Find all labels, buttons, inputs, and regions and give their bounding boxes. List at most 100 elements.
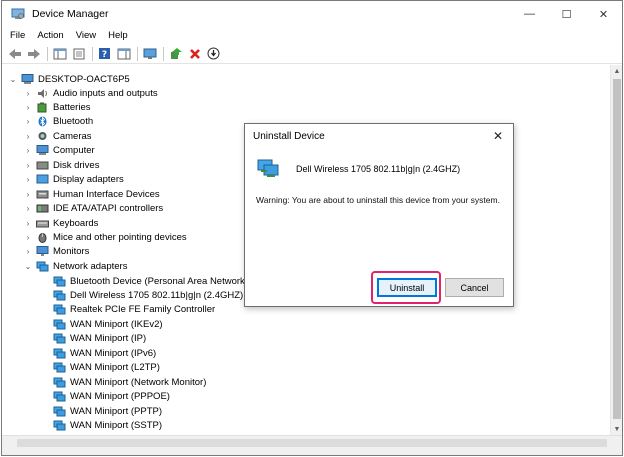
tree-category[interactable]: › Keyboards: [23, 216, 99, 230]
minimize-button[interactable]: —: [511, 1, 548, 27]
tree-category-label: Mice and other pointing devices: [53, 232, 187, 243]
tree-category[interactable]: › Computer: [23, 144, 95, 158]
maximize-button[interactable]: ☐: [548, 1, 585, 27]
show-hide-console-tree-icon[interactable]: [51, 45, 68, 62]
tree-device[interactable]: Dell Wireless 1705 802.11b|g|n (2.4GHZ): [50, 288, 243, 302]
category-icon: [36, 131, 49, 142]
tree-root[interactable]: ⌄ DESKTOP-OACT6P5: [8, 72, 130, 86]
category-icon: [36, 88, 49, 99]
chevron-down-icon[interactable]: ⌄: [8, 75, 18, 84]
tree-device-label: WAN Miniport (IKEv2): [70, 318, 163, 330]
tree-category[interactable]: › Audio inputs and outputs: [23, 86, 158, 100]
device-row: Dell Wireless 1705 802.11b|g|n (2.4GHZ): [256, 158, 460, 180]
tree-category-label: IDE ATA/ATAPI controllers: [53, 203, 164, 215]
tree-category-label: Computer: [53, 145, 95, 157]
chevron-right-icon[interactable]: ›: [23, 219, 33, 228]
tree-device-label: WAN Miniport (PPTP): [70, 405, 163, 417]
help-icon[interactable]: ?: [96, 45, 113, 62]
tree-device[interactable]: WAN Miniport (IPv6): [50, 346, 156, 360]
toolbar: ?: [2, 44, 622, 64]
tree-category[interactable]: › Human Interface Devices: [23, 187, 160, 201]
tree-category-label: Batteries: [53, 101, 91, 113]
menu-bar: File Action View Help: [2, 27, 622, 44]
category-icon: [36, 218, 49, 229]
cancel-button[interactable]: Cancel: [445, 278, 504, 297]
category-icon: [36, 189, 49, 200]
menu-file[interactable]: File: [2, 30, 31, 41]
svg-text:?: ?: [102, 50, 107, 60]
properties-icon[interactable]: [70, 45, 87, 62]
tree-category-label: Keyboards: [53, 217, 99, 229]
tree-device[interactable]: Bluetooth Device (Personal Area Network): [50, 274, 248, 288]
tree-device[interactable]: WAN Miniport (PPTP): [50, 404, 162, 418]
uninstall-icon[interactable]: [186, 45, 203, 62]
chevron-right-icon[interactable]: ›: [23, 161, 33, 170]
tree-device-label: WAN Miniport (SSTP): [70, 420, 163, 431]
network-adapter-icon: [53, 333, 66, 344]
monitor-icon[interactable]: [141, 45, 158, 62]
action-pane-icon[interactable]: [115, 45, 132, 62]
scroll-down-arrow[interactable]: ▼: [611, 423, 623, 435]
network-adapter-icon: [53, 377, 66, 388]
tree-category[interactable]: › Mice and other pointing devices: [23, 231, 187, 245]
tree-category[interactable]: › Cameras: [23, 129, 92, 143]
tree-device[interactable]: WAN Miniport (IKEv2): [50, 317, 163, 331]
chevron-down-icon[interactable]: ⌄: [23, 262, 33, 271]
vertical-scrollbar[interactable]: ▲ ▼: [610, 65, 622, 435]
chevron-right-icon[interactable]: ›: [23, 117, 33, 126]
chevron-right-icon[interactable]: ›: [23, 233, 33, 242]
tree-device[interactable]: WAN Miniport (L2TP): [50, 361, 160, 375]
tree-category[interactable]: › Display adapters: [23, 173, 124, 187]
horizontal-scrollbar[interactable]: [2, 435, 622, 455]
chevron-right-icon[interactable]: ›: [23, 190, 33, 199]
chevron-right-icon[interactable]: ›: [23, 103, 33, 112]
network-adapter-icon: [53, 290, 66, 301]
tree-device-label: Dell Wireless 1705 802.11b|g|n (2.4GHZ): [70, 289, 244, 301]
tree-category[interactable]: › Disk drives: [23, 158, 100, 172]
device-name: Dell Wireless 1705 802.11b|g|n (2.4GHZ): [296, 164, 461, 174]
category-icon: [36, 261, 49, 272]
tree-device[interactable]: WAN Miniport (Network Monitor): [50, 375, 206, 389]
horizontal-scroll-thumb[interactable]: [17, 439, 607, 447]
tree-category[interactable]: › Monitors: [23, 245, 89, 259]
network-adapter-icon: [53, 362, 66, 373]
tree-category[interactable]: ⌄ Network adapters: [23, 259, 128, 273]
chevron-right-icon[interactable]: ›: [23, 175, 33, 184]
category-icon: [36, 145, 49, 156]
back-icon[interactable]: [6, 45, 23, 62]
tree-device[interactable]: WAN Miniport (IP): [50, 332, 146, 346]
network-adapter-icon: [53, 304, 66, 315]
close-window-button[interactable]: ✕: [585, 1, 622, 27]
network-adapter-icon: [256, 158, 282, 180]
forward-icon[interactable]: [25, 45, 42, 62]
menu-action[interactable]: Action: [31, 30, 69, 41]
tree-device[interactable]: WAN Miniport (PPPOE): [50, 390, 170, 404]
tree-device[interactable]: Realtek PCIe FE Family Controller: [50, 303, 215, 317]
tree-category[interactable]: › Bluetooth: [23, 115, 94, 129]
dialog-close-button[interactable]: ✕: [483, 124, 513, 148]
scroll-thumb[interactable]: [613, 79, 621, 419]
menu-help[interactable]: Help: [102, 30, 134, 41]
chevron-right-icon[interactable]: ›: [23, 204, 33, 213]
tree-device-label: WAN Miniport (PPPOE): [70, 391, 170, 403]
window-title: Device Manager: [32, 8, 109, 20]
toolbar-divider: [163, 46, 164, 61]
chevron-right-icon[interactable]: ›: [23, 146, 33, 155]
tree-device-label: WAN Miniport (Network Monitor): [70, 376, 207, 388]
tree-category-label: Network adapters: [53, 260, 128, 272]
scroll-up-arrow[interactable]: ▲: [611, 65, 623, 77]
chevron-right-icon[interactable]: ›: [23, 89, 33, 98]
update-driver-icon[interactable]: [167, 45, 184, 62]
network-adapter-icon: [53, 391, 66, 402]
tree-device[interactable]: WAN Miniport (SSTP): [50, 419, 162, 433]
disable-device-icon[interactable]: [205, 45, 222, 62]
tree-category[interactable]: › Batteries: [23, 100, 91, 114]
chevron-right-icon[interactable]: ›: [23, 247, 33, 256]
menu-view[interactable]: View: [70, 30, 102, 41]
title-bar[interactable]: Device Manager — ☐ ✕: [2, 1, 622, 27]
tree-category[interactable]: › IDE ATA/ATAPI controllers: [23, 202, 164, 216]
category-icon: [36, 246, 49, 257]
tree-root-label: DESKTOP-OACT6P5: [38, 73, 130, 85]
category-icon: [36, 174, 49, 185]
chevron-right-icon[interactable]: ›: [23, 132, 33, 141]
